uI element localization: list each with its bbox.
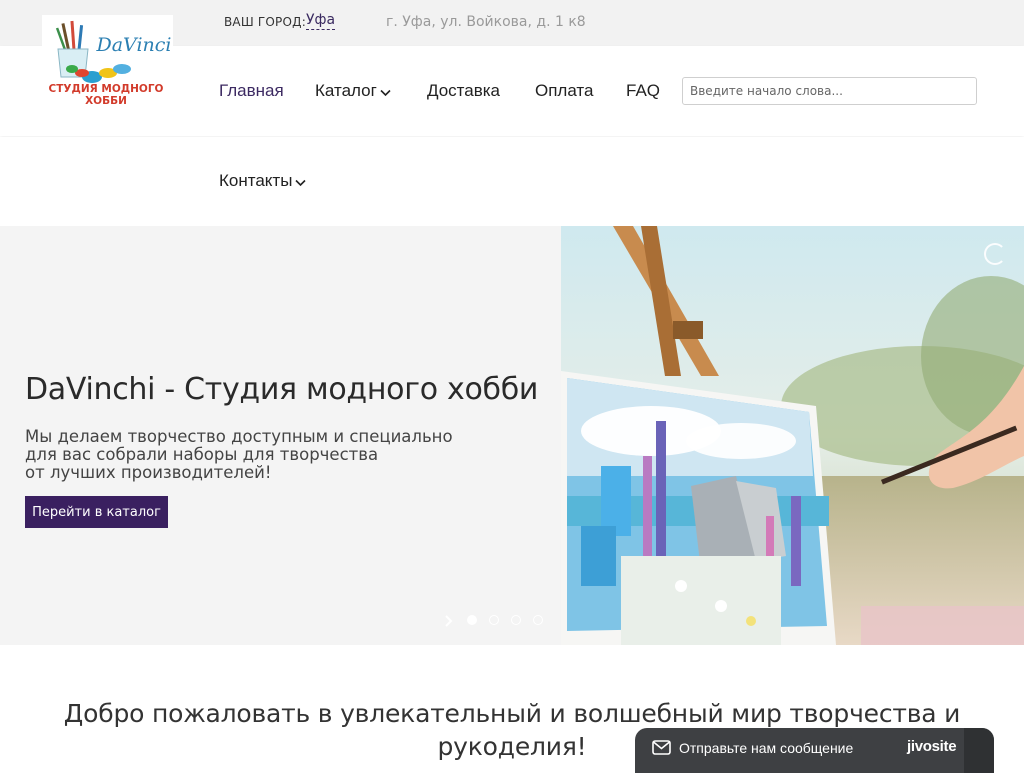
hero-text-line: для вас собрали наборы для творчества bbox=[25, 445, 379, 464]
nav-faq-label: FAQ bbox=[626, 81, 661, 100]
slider-dot-3[interactable] bbox=[511, 615, 521, 625]
welcome-line: Добро пожаловать в увлекательный и волше… bbox=[63, 699, 961, 728]
nav-home[interactable]: Главная bbox=[219, 81, 284, 101]
chat-widget[interactable]: Отправьте нам сообщение jivosite bbox=[635, 728, 994, 773]
go-to-catalog-button[interactable]: Перейти в каталог bbox=[25, 496, 168, 528]
envelope-icon bbox=[652, 740, 671, 759]
nav-contacts[interactable]: Контакты bbox=[219, 171, 307, 192]
nav-payment[interactable]: Оплата bbox=[535, 81, 593, 101]
slider-dot-4[interactable] bbox=[533, 615, 543, 625]
slider-loader-icon bbox=[984, 243, 1006, 265]
nav-delivery-label: Доставка bbox=[427, 81, 501, 100]
logo-tagline-line1: СТУДИЯ МОДНОГО bbox=[49, 83, 164, 95]
chat-brand-logo: jivosite bbox=[907, 738, 957, 755]
hero-text-line: Мы делаем творчество доступным и специал… bbox=[25, 427, 453, 446]
hero-painting-photo bbox=[561, 226, 1024, 645]
hero-text-line: от лучших производителей! bbox=[25, 463, 272, 482]
hero-title: DaVinchi - Студия модного хобби bbox=[25, 372, 539, 407]
logo-tagline-line2: ХОББИ bbox=[85, 95, 127, 107]
nav-home-label: Главная bbox=[219, 81, 284, 100]
site-logo[interactable]: DaVinci СТУДИЯ МОДНОГО ХОББИ bbox=[42, 15, 173, 120]
hero-description: Мы делаем творчество доступным и специал… bbox=[25, 428, 465, 482]
slider-dot-2[interactable] bbox=[489, 615, 499, 625]
nav-catalog[interactable]: Каталог bbox=[315, 81, 391, 102]
chat-corner bbox=[964, 728, 994, 773]
chevron-down-icon bbox=[295, 172, 307, 192]
nav-payment-label: Оплата bbox=[535, 81, 594, 100]
slider-dot-1[interactable] bbox=[467, 615, 477, 625]
city-label: ВАШ ГОРОД: bbox=[224, 15, 306, 29]
chevron-right-icon[interactable] bbox=[444, 614, 454, 628]
nav-faq[interactable]: FAQ bbox=[626, 81, 660, 101]
chat-label: Отправьте нам сообщение bbox=[679, 740, 854, 756]
chevron-down-icon bbox=[380, 82, 391, 102]
store-address: г. Уфа, ул. Войкова, д. 1 к8 bbox=[386, 14, 586, 30]
hero-slider: DaVinchi - Студия модного хобби Мы делае… bbox=[0, 226, 1024, 645]
logo-image: DaVinci СТУДИЯ МОДНОГО ХОББИ bbox=[49, 20, 172, 107]
nav-delivery[interactable]: Доставка bbox=[427, 81, 500, 101]
header-second-row: Контакты bbox=[0, 137, 1024, 226]
nav-contacts-label: Контакты bbox=[219, 171, 293, 190]
city-selector[interactable]: Уфа bbox=[306, 12, 336, 30]
nav-catalog-label: Каталог bbox=[315, 81, 377, 100]
logo-brand-text: DaVinci bbox=[96, 34, 172, 56]
search-input[interactable] bbox=[682, 77, 977, 105]
